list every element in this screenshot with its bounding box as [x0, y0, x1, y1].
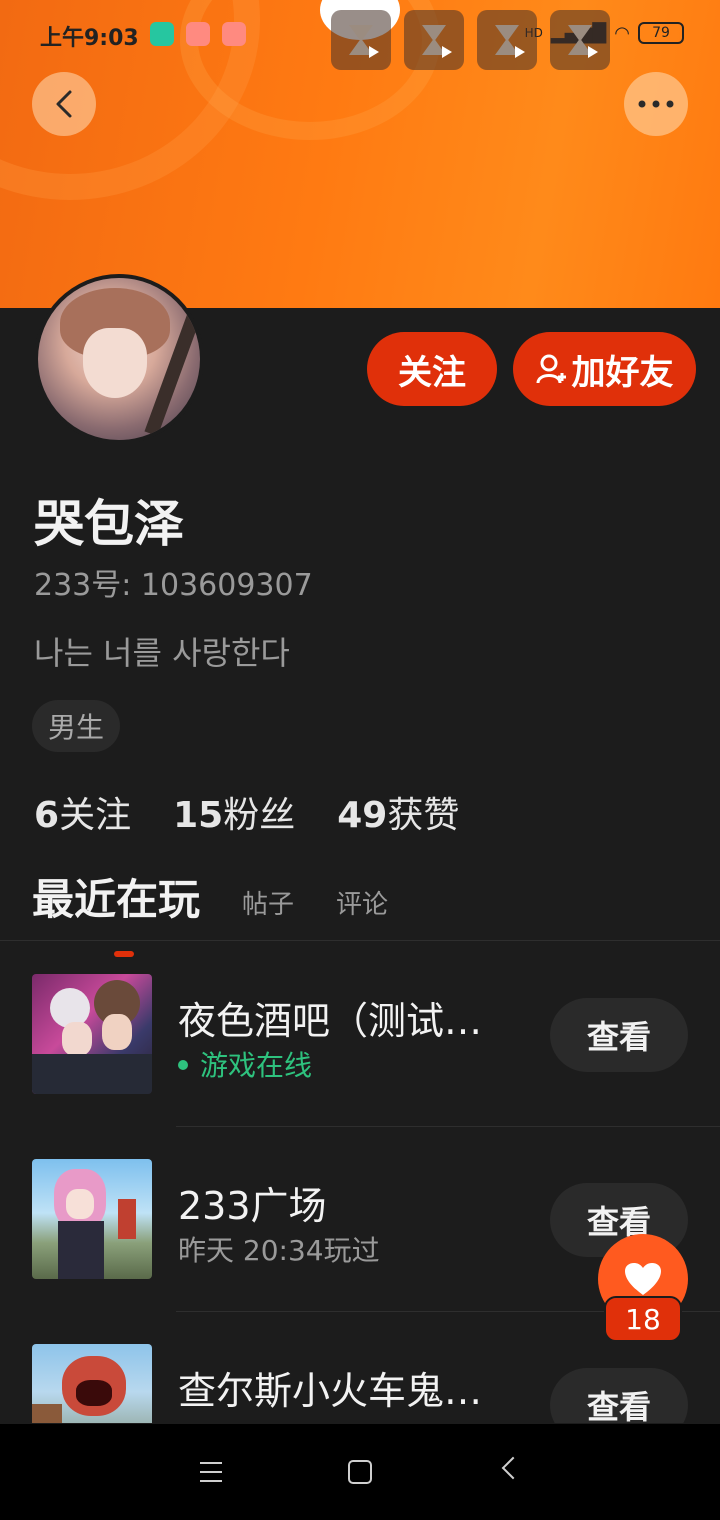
divider [0, 940, 720, 941]
hourglass-video-icon[interactable] [331, 10, 391, 70]
wifi-icon: ◠ [614, 22, 630, 44]
tab-label: 最近在玩 [32, 875, 201, 924]
stat-followers[interactable]: 15粉丝 [173, 786, 295, 838]
system-nav-bar [0, 1424, 720, 1520]
game-status: 游戏在线 [200, 1049, 313, 1082]
battery-level: 79 [652, 25, 670, 41]
home-icon[interactable] [348, 1460, 372, 1484]
hourglass-video-icon[interactable] [404, 10, 464, 70]
like-count-badge: 18 [604, 1296, 682, 1342]
hourglass-video-icon[interactable] [477, 10, 537, 70]
stat-number: 15 [173, 795, 224, 836]
online-indicator [178, 1060, 188, 1070]
profile-stats: 6关注 15粉丝 49获赞 [34, 786, 459, 838]
follow-button[interactable]: 关注 [367, 332, 497, 406]
stat-following[interactable]: 6关注 [34, 786, 131, 838]
menu-icon[interactable] [200, 1462, 222, 1489]
back-icon [56, 90, 72, 118]
add-user-icon [536, 354, 566, 384]
avatar[interactable] [34, 274, 204, 444]
game-title: 夜色酒吧（测试… [178, 999, 483, 1043]
back-button[interactable] [32, 72, 96, 136]
game-thumbnail [32, 974, 152, 1094]
notification-app-icon [186, 22, 210, 46]
stat-label: 获赞 [387, 795, 460, 836]
stat-number: 6 [34, 795, 60, 836]
recent-games-list: 夜色酒吧（测试… 游戏在线 查看 233广场 昨天 20:34玩过 查看 查尔斯… [0, 942, 720, 1423]
stat-number: 49 [337, 795, 388, 836]
profile-name: 哭包泽 [34, 495, 184, 553]
hourglass-video-icon[interactable] [550, 10, 610, 70]
shield-app-icon [150, 22, 174, 46]
more-icon [638, 100, 674, 108]
nav-back-icon[interactable] [501, 1456, 525, 1480]
game-thumbnail [32, 1159, 152, 1279]
stat-label: 关注 [59, 795, 132, 836]
battery-icon: 79 [638, 22, 684, 44]
view-button[interactable]: 查看 [550, 1368, 688, 1423]
game-thumbnail [32, 1344, 152, 1423]
tab-comments[interactable]: 评论 [336, 884, 388, 927]
add-friend-button[interactable]: 加好友 [513, 332, 696, 406]
profile-tabs: 最近在玩 帖子 评论 [32, 866, 388, 957]
tab-posts[interactable]: 帖子 [242, 884, 294, 927]
profile-uid[interactable]: 233号: 103609307 [34, 560, 313, 604]
profile-bio: 나는 너를 사랑한다 [34, 634, 290, 672]
follow-button-label: 关注 [398, 352, 466, 393]
view-button[interactable]: 查看 [550, 998, 688, 1072]
game-title: 233广场 [178, 1184, 327, 1228]
gender-tag: 男生 [32, 700, 121, 752]
status-time: 上午9:03 [40, 26, 139, 51]
heart-icon [625, 1263, 661, 1295]
tab-recently-played[interactable]: 最近在玩 [32, 866, 201, 957]
game-title: 查尔斯小火车鬼… [178, 1369, 483, 1413]
stat-label: 粉丝 [223, 795, 296, 836]
game-last-played: 昨天 20:34玩过 [178, 1234, 380, 1267]
more-button[interactable] [624, 72, 688, 136]
stat-likes[interactable]: 49获赞 [337, 786, 459, 838]
list-item[interactable]: 夜色酒吧（测试… 游戏在线 查看 [0, 942, 720, 1127]
add-friend-label: 加好友 [571, 352, 674, 393]
notification-app-icon [222, 22, 246, 46]
